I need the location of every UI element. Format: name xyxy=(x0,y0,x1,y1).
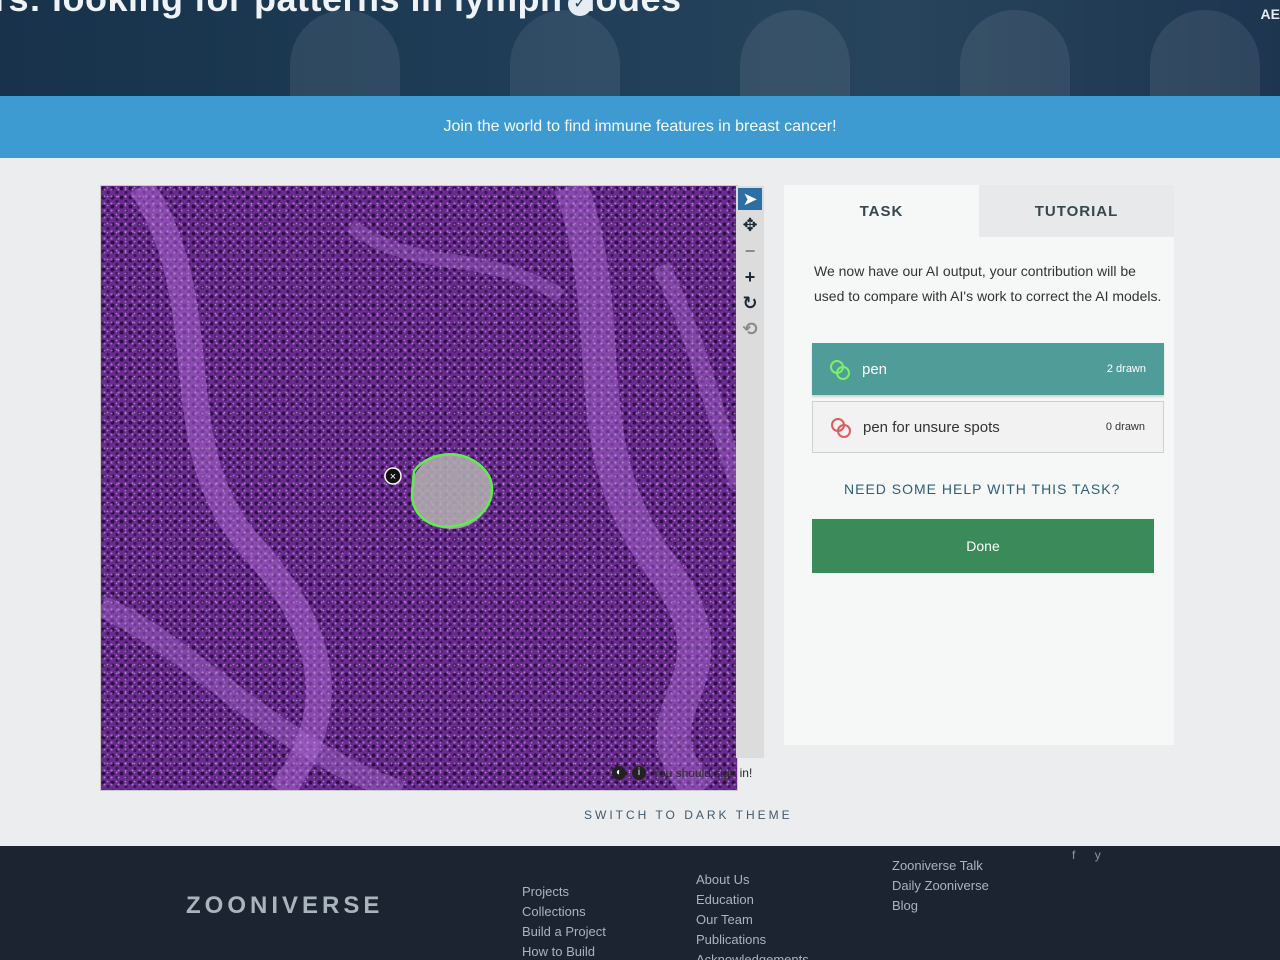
social-links: f y xyxy=(1072,848,1117,862)
image-toolbar: ➤ ✥ − + ↻ ⟲ xyxy=(736,186,764,758)
done-button[interactable]: Done xyxy=(812,519,1154,573)
tool-count: 2 drawn xyxy=(1106,363,1146,375)
signin-notice[interactable]: You should sign in! xyxy=(652,766,752,780)
footer-column-about: About Us Education Our Team Publications… xyxy=(696,870,809,960)
language-selector[interactable]: AE xyxy=(1261,6,1280,22)
subject-meta: ◐ i You should sign in! xyxy=(612,766,752,780)
footer-link[interactable]: About Us xyxy=(696,870,809,890)
site-footer: ZOONIVERSE Projects Collections Build a … xyxy=(0,846,1280,960)
pen-tool-option[interactable]: pen 2 drawn xyxy=(812,343,1164,395)
twitter-icon[interactable]: y xyxy=(1095,848,1101,862)
rotate-icon[interactable]: ↻ xyxy=(738,292,762,314)
info-icon[interactable]: i xyxy=(632,766,646,780)
dark-theme-toggle[interactable]: SWITCH TO DARK THEME xyxy=(584,808,793,822)
footer-link[interactable]: Blog xyxy=(892,896,989,916)
footer-link[interactable]: Projects xyxy=(522,882,606,902)
footer-column-talk: Zooniverse Talk Daily Zooniverse Blog xyxy=(892,856,989,916)
pen-icon xyxy=(830,360,850,380)
footer-link[interactable]: Acknowledgements xyxy=(696,950,809,960)
footer-link[interactable]: Publications xyxy=(696,930,809,950)
tab-task[interactable]: TASK xyxy=(784,185,979,237)
task-panel: TASK TUTORIAL We now have our AI output,… xyxy=(784,185,1174,745)
footer-column-projects: Projects Collections Build a Project How… xyxy=(522,882,606,960)
footer-link[interactable]: Education xyxy=(696,890,809,910)
project-header: rs: looking for patterns in lymph nodes … xyxy=(0,0,1280,100)
announcement-banner: Join the world to find immune features i… xyxy=(0,96,1280,158)
hero-decor xyxy=(290,10,400,100)
footer-link[interactable]: Collections xyxy=(522,902,606,922)
tab-tutorial[interactable]: TUTORIAL xyxy=(979,185,1174,237)
hero-decor xyxy=(510,10,620,100)
footer-link[interactable]: How to Build xyxy=(522,942,606,960)
footer-link[interactable]: Zooniverse Talk xyxy=(892,856,989,876)
hero-decor xyxy=(960,10,1070,100)
tool-label: pen for unsure spots xyxy=(863,418,1000,436)
footer-link[interactable]: Our Team xyxy=(696,910,809,930)
zoom-out-icon[interactable]: − xyxy=(738,240,762,262)
footer-link[interactable]: Build a Project xyxy=(522,922,606,942)
subject-image[interactable]: × xyxy=(100,185,738,791)
tool-label: pen xyxy=(862,360,888,378)
hero-decor xyxy=(1150,10,1260,100)
hero-decor xyxy=(740,10,850,100)
contrast-icon[interactable]: ◐ xyxy=(612,766,626,780)
unsure-pen-tool-option[interactable]: pen for unsure spots 0 drawn xyxy=(812,401,1164,453)
svg-text:×: × xyxy=(390,471,396,483)
tissue-image: × xyxy=(101,186,737,790)
footer-link[interactable]: Daily Zooniverse xyxy=(892,876,989,896)
facebook-icon[interactable]: f xyxy=(1072,848,1075,862)
task-help-link[interactable]: NEED SOME HELP WITH THIS TASK? xyxy=(844,481,1120,497)
reset-icon[interactable]: ⟲ xyxy=(738,318,762,340)
task-instructions: We now have our AI output, your contribu… xyxy=(814,263,1162,304)
zooniverse-logo[interactable]: ZOONIVERSE xyxy=(186,892,383,920)
pointer-tool-icon[interactable]: ➤ xyxy=(738,188,762,210)
move-tool-icon[interactable]: ✥ xyxy=(738,214,762,236)
tool-count: 0 drawn xyxy=(1105,421,1145,433)
pen-icon xyxy=(831,418,851,438)
task-tabs: TASK TUTORIAL xyxy=(784,185,1174,237)
zoom-in-icon[interactable]: + xyxy=(738,266,762,288)
